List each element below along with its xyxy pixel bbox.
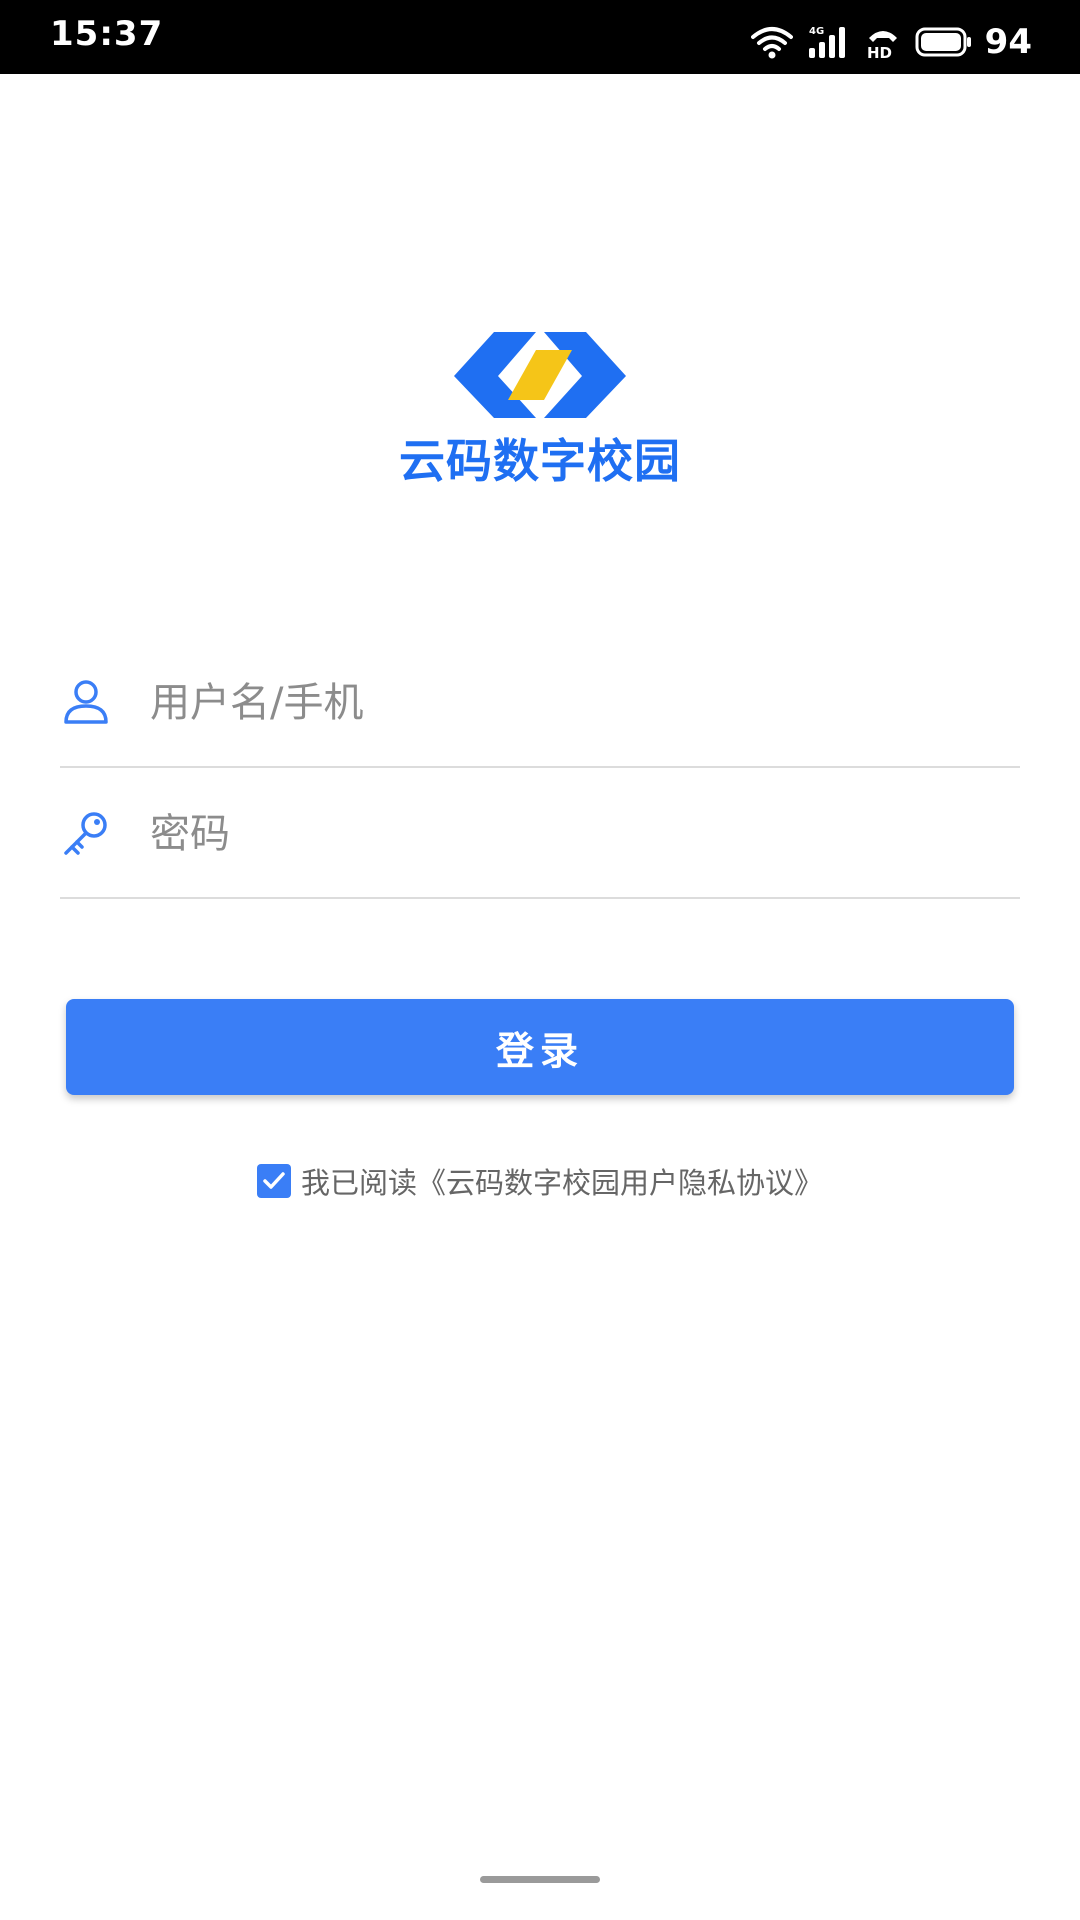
agreement-text[interactable]: 我已阅读《云码数字校园用户隐私协议》 xyxy=(301,1160,823,1202)
logo-text: 云码数字校园 xyxy=(399,434,681,488)
hd-label: HD xyxy=(867,44,892,60)
status-icons: 4G HD 94 xyxy=(750,22,1032,62)
status-time: 15:37 xyxy=(50,14,164,54)
privacy-agreement: 我已阅读《云码数字校园用户隐私协议》 xyxy=(0,1160,1080,1202)
app-logo: 云码数字校园 xyxy=(0,330,1080,488)
battery-icon xyxy=(915,27,971,57)
home-indicator[interactable] xyxy=(480,1876,600,1883)
checkmark-icon xyxy=(263,1172,285,1189)
status-bar: 15:37 4G HD 94 xyxy=(0,0,1080,74)
hd-call-icon: HD xyxy=(867,31,897,60)
user-icon xyxy=(64,680,108,724)
username-input[interactable] xyxy=(150,668,1010,738)
agreement-checkbox[interactable] xyxy=(256,1164,291,1198)
login-button[interactable]: 登录 xyxy=(66,999,1014,1095)
username-field xyxy=(60,636,1020,768)
wifi-icon xyxy=(750,27,793,59)
password-input[interactable] xyxy=(150,799,1010,869)
login-screen: 15:37 4G HD 94 云码数字校园 用户名/手机 登录 我已阅读《云码数… xyxy=(0,0,1080,1920)
logo-mark-icon xyxy=(454,332,626,418)
signal-icon: 4G xyxy=(808,26,845,58)
key-icon xyxy=(64,812,107,855)
password-field xyxy=(60,767,1020,899)
battery-level: 94 xyxy=(984,22,1032,62)
network-type-label: 4G xyxy=(809,26,824,37)
